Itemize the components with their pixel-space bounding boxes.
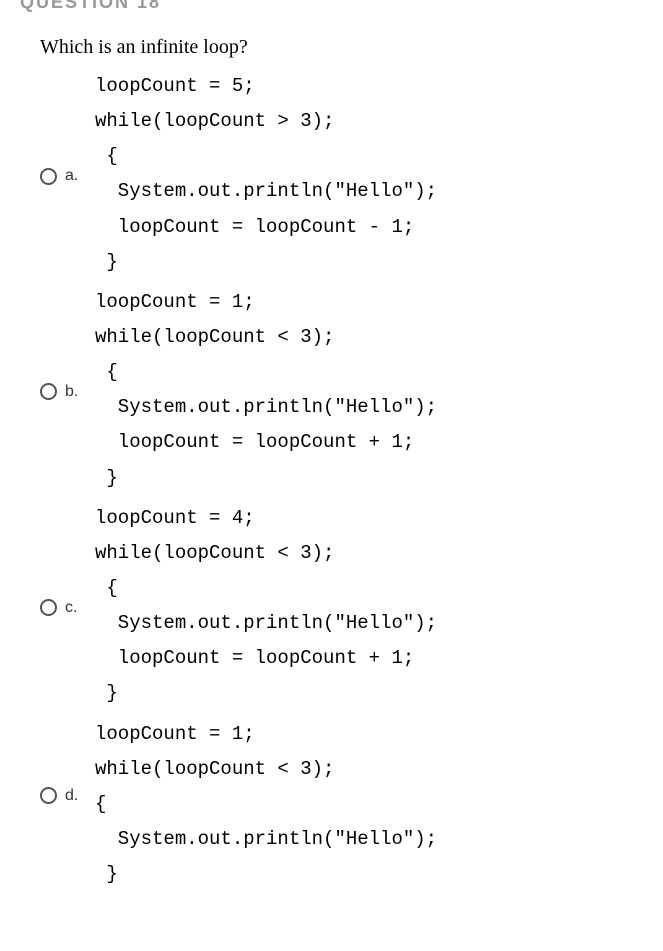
radio-icon — [40, 787, 57, 804]
option-d-code: loopCount = 1; while(loopCount < 3); { S… — [95, 717, 437, 893]
option-b: b. loopCount = 1; while(loopCount < 3); … — [40, 285, 663, 496]
radio-icon — [40, 599, 57, 616]
question-text: Which is an infinite loop? — [0, 21, 663, 69]
option-b-label: b. — [65, 383, 78, 401]
option-c: c. loopCount = 4; while(loopCount < 3); … — [40, 501, 663, 712]
option-c-selector[interactable]: c. — [40, 599, 95, 617]
option-a-label: a. — [65, 167, 78, 185]
option-c-label: c. — [65, 599, 77, 617]
option-c-code: loopCount = 4; while(loopCount < 3); { S… — [95, 501, 437, 712]
option-b-selector[interactable]: b. — [40, 383, 95, 401]
option-a-selector[interactable]: a. — [40, 167, 95, 185]
option-d: d. loopCount = 1; while(loopCount < 3); … — [40, 717, 663, 893]
radio-icon — [40, 383, 57, 400]
option-a: a. loopCount = 5; while(loopCount > 3); … — [40, 69, 663, 280]
option-d-label: d. — [65, 787, 78, 805]
radio-icon — [40, 168, 57, 185]
option-a-code: loopCount = 5; while(loopCount > 3); { S… — [95, 69, 437, 280]
options-container: a. loopCount = 5; while(loopCount > 3); … — [0, 69, 663, 892]
question-header: QUESTION 18 — [0, 0, 663, 21]
option-b-code: loopCount = 1; while(loopCount < 3); { S… — [95, 285, 437, 496]
option-d-selector[interactable]: d. — [40, 787, 95, 805]
